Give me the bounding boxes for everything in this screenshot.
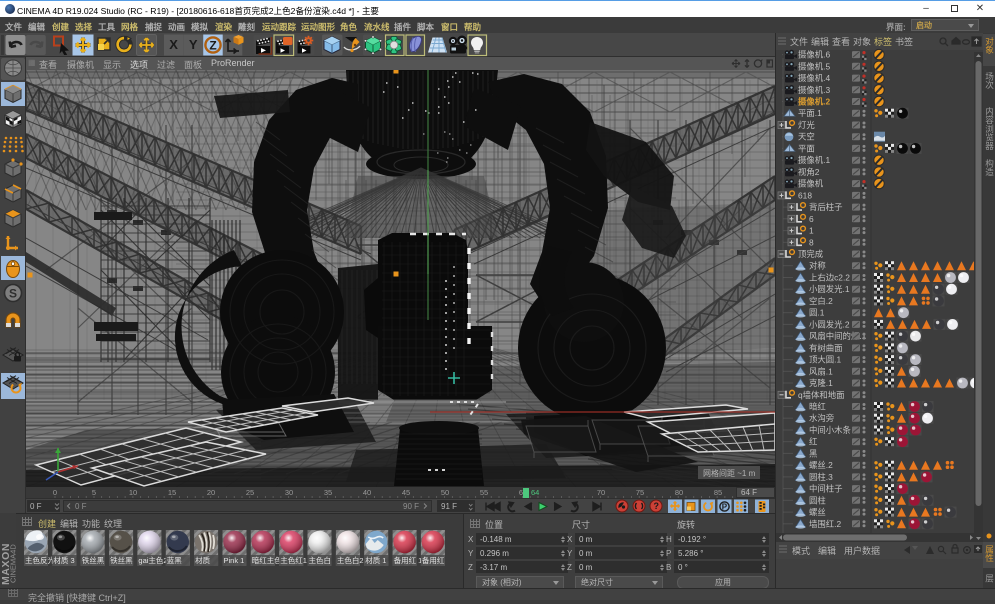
svg-text:用户数据: 用户数据 — [844, 545, 880, 556]
svg-text:灯光: 灯光 — [798, 120, 815, 130]
svg-text:摄像机.6: 摄像机.6 — [798, 50, 830, 60]
svg-text:蓝黑: 蓝黑 — [167, 555, 182, 565]
svg-text:55: 55 — [480, 488, 488, 497]
svg-text:摄像机: 摄像机 — [798, 179, 824, 189]
svg-text:墙围红.2: 墙围红.2 — [809, 519, 841, 529]
svg-text:克隆.1: 克隆.1 — [809, 378, 833, 388]
svg-text:45: 45 — [402, 488, 410, 497]
svg-text:小圆发光.1: 小圆发光.1 — [809, 284, 850, 294]
svg-text:摄像机.5: 摄像机.5 — [798, 61, 830, 71]
svg-text:材质 3: 材质 3 — [53, 555, 74, 565]
svg-text:螺丝: 螺丝 — [809, 507, 826, 517]
svg-text:对称: 对称 — [809, 261, 826, 271]
svg-text:Pink 1: Pink 1 — [224, 556, 245, 565]
svg-text:平面.1: 平面.1 — [798, 108, 822, 118]
svg-text:模式: 模式 — [792, 545, 810, 556]
svg-text:0 F: 0 F — [75, 502, 87, 511]
svg-text:Z: Z — [209, 39, 216, 53]
svg-text:螺丝.2: 螺丝.2 — [809, 460, 833, 470]
svg-text:性: 性 — [985, 552, 994, 563]
svg-text:空白.2: 空白.2 — [809, 296, 833, 306]
svg-text:X: X — [169, 37, 178, 52]
svg-text:15: 15 — [168, 488, 176, 497]
svg-text:618: 618 — [798, 190, 812, 200]
svg-text:材质 1: 材质 1 — [365, 555, 386, 565]
svg-text:编辑: 编辑 — [818, 545, 836, 556]
svg-text:象: 象 — [985, 44, 994, 55]
svg-text:风扇.1: 风扇.1 — [809, 366, 833, 376]
svg-text:85: 85 — [714, 488, 722, 497]
svg-text:CINEMA4D: CINEMA4D — [9, 544, 17, 583]
svg-text:标签: 标签 — [874, 36, 892, 47]
svg-text:25: 25 — [246, 488, 254, 497]
svg-text:摄像机.4: 摄像机.4 — [798, 73, 830, 83]
svg-text:主色白: 主色白 — [309, 555, 332, 565]
svg-text:层: 层 — [985, 574, 994, 584]
svg-text:主色红1: 主色红1 — [280, 555, 307, 565]
svg-text:0 F: 0 F — [30, 502, 42, 511]
svg-text:器: 器 — [985, 141, 994, 151]
svg-text:暗红主色: 暗红主色 — [252, 555, 282, 565]
svg-text:q墙体和地面: q墙体和地面 — [798, 390, 845, 400]
svg-text:40: 40 — [363, 488, 371, 497]
svg-text:P: P — [722, 503, 728, 512]
svg-text:摄像机.1: 摄像机.1 — [798, 155, 830, 165]
svg-text:20: 20 — [207, 488, 215, 497]
svg-text:备用红: 备用红 — [422, 555, 445, 565]
svg-text:?: ? — [654, 501, 660, 511]
svg-text:1: 1 — [809, 226, 814, 236]
svg-text:0: 0 — [53, 488, 57, 497]
svg-text:黑: 黑 — [809, 448, 817, 458]
svg-text:备用红 1: 备用红 1 — [394, 555, 423, 565]
svg-text:上右边c2.2: 上右边c2.2 — [809, 273, 850, 283]
svg-text:64: 64 — [531, 488, 539, 497]
svg-text:30: 30 — [285, 488, 293, 497]
svg-text:主色反光: 主色反光 — [25, 555, 55, 565]
svg-text:圆柱.3: 圆柱.3 — [809, 472, 833, 482]
svg-text:50: 50 — [441, 488, 449, 497]
svg-text:水沟旁: 水沟旁 — [809, 413, 834, 423]
svg-text:材质: 材质 — [195, 555, 210, 565]
svg-text:10: 10 — [129, 488, 137, 497]
svg-text:暗红: 暗红 — [809, 402, 826, 412]
svg-text:90 F: 90 F — [403, 502, 419, 511]
svg-text:gai主色2: gai主色2 — [138, 555, 167, 565]
svg-text:文件: 文件 — [790, 36, 808, 47]
svg-text:6: 6 — [809, 214, 814, 224]
svg-text:背后柱子: 背后柱子 — [809, 202, 843, 212]
svg-text:对象: 对象 — [853, 36, 871, 47]
svg-text:有树曲面: 有树曲面 — [809, 343, 843, 353]
svg-text:红: 红 — [809, 437, 818, 447]
svg-text:铁丝黑: 铁丝黑 — [110, 555, 133, 565]
svg-text:编辑: 编辑 — [811, 36, 829, 47]
svg-text:顶完成: 顶完成 — [798, 249, 824, 259]
svg-text:91 F: 91 F — [441, 502, 457, 511]
svg-text:Y: Y — [189, 37, 198, 52]
svg-text:S: S — [9, 287, 17, 301]
svg-text:天空: 天空 — [798, 132, 815, 142]
svg-text:次: 次 — [985, 79, 994, 90]
svg-text:小圆发光.2: 小圆发光.2 — [809, 319, 850, 329]
svg-text:80: 80 — [675, 488, 683, 497]
svg-text:主色白2: 主色白2 — [337, 555, 364, 565]
svg-text:70: 70 — [597, 488, 605, 497]
svg-text:5: 5 — [92, 488, 96, 497]
svg-text:摄像机.3: 摄像机.3 — [798, 85, 830, 95]
svg-text:铁丝黑: 铁丝黑 — [82, 555, 105, 565]
svg-text:网格间距 ~1 m: 网格间距 ~1 m — [703, 468, 756, 478]
svg-text:视角2: 视角2 — [798, 167, 820, 177]
svg-text:查看: 查看 — [832, 36, 850, 47]
svg-text:平面: 平面 — [798, 143, 815, 153]
svg-text:中间柱子: 中间柱子 — [809, 484, 843, 494]
svg-text:75: 75 — [636, 488, 644, 497]
svg-text:摄像机.2: 摄像机.2 — [798, 97, 830, 107]
svg-text:中间小木条: 中间小木条 — [809, 425, 851, 435]
svg-text:书签: 书签 — [895, 36, 913, 47]
svg-text:顶大圆.1: 顶大圆.1 — [809, 355, 841, 365]
svg-text:圆柱: 圆柱 — [809, 495, 826, 505]
svg-text:8: 8 — [809, 237, 814, 247]
svg-text:造: 造 — [985, 166, 994, 177]
svg-text:圆.1: 圆.1 — [809, 308, 825, 318]
svg-text:35: 35 — [324, 488, 332, 497]
